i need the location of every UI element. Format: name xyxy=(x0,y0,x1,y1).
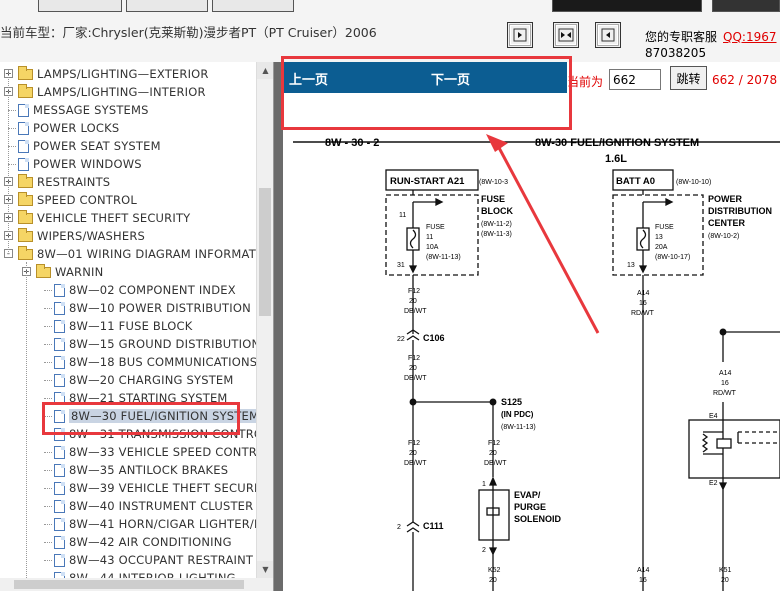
annotation-arrow xyxy=(486,134,600,334)
